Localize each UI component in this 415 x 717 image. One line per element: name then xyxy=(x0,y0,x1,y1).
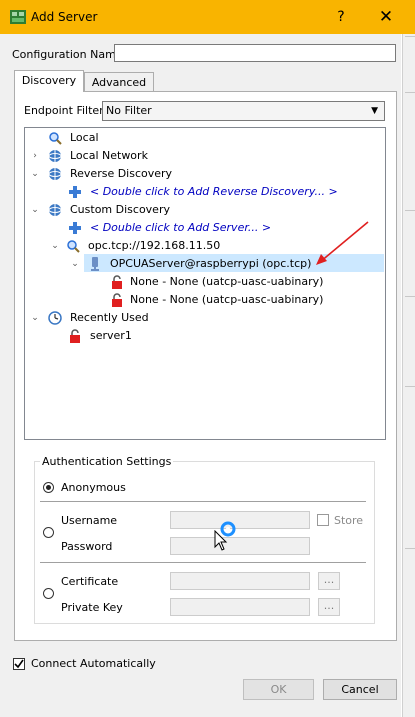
tree-label: Local xyxy=(70,131,99,144)
tree-label: None - None (uatcp-uasc-uabinary) xyxy=(130,293,324,306)
anonymous-label: Anonymous xyxy=(61,481,126,494)
divider xyxy=(40,562,366,563)
search-icon xyxy=(49,132,62,145)
clock-icon xyxy=(48,311,62,325)
tree-label: Local Network xyxy=(70,149,148,162)
lock-icon xyxy=(70,329,80,343)
browse-certificate-button[interactable]: ... xyxy=(318,572,340,590)
tree-label: OPCUAServer@raspberrypi (opc.tcp) xyxy=(110,257,312,270)
tab-discovery[interactable]: Discovery xyxy=(14,70,84,92)
chevron-down-icon[interactable]: ⌄ xyxy=(50,237,60,255)
chevron-down-icon: ▼ xyxy=(371,106,378,116)
divider xyxy=(40,501,366,502)
config-name-input[interactable] xyxy=(114,44,396,62)
chevron-down-icon[interactable]: ⌄ xyxy=(70,255,80,273)
chevron-right-icon[interactable]: › xyxy=(30,147,40,165)
cancel-button[interactable]: Cancel xyxy=(323,679,397,700)
connect-automatically-checkbox[interactable] xyxy=(13,658,25,670)
lock-icon xyxy=(112,275,122,289)
store-checkbox[interactable] xyxy=(317,514,329,526)
background-window-edge xyxy=(402,34,415,717)
tree-label: None - None (uatcp-uasc-uabinary) xyxy=(130,275,324,288)
password-field[interactable] xyxy=(170,537,310,555)
close-button[interactable]: ✕ xyxy=(375,5,397,29)
auth-settings-title: Authentication Settings xyxy=(40,455,174,468)
ok-button[interactable]: OK xyxy=(243,679,314,700)
anonymous-radio[interactable] xyxy=(43,482,54,493)
network-icon xyxy=(48,168,62,180)
config-name-label: Configuration Name xyxy=(12,48,123,61)
certificate-label: Certificate xyxy=(61,575,119,588)
network-icon xyxy=(48,204,62,216)
certificate-radio[interactable] xyxy=(43,588,54,599)
endpoint-filter-label: Endpoint Filter: xyxy=(24,104,108,117)
app-icon xyxy=(10,10,26,24)
network-icon xyxy=(48,150,62,162)
browse-private-key-button[interactable]: ... xyxy=(318,598,340,616)
endpoint-filter-value: No Filter xyxy=(106,104,152,117)
endpoint-filter-select[interactable]: No Filter ▼ xyxy=(102,101,385,121)
tree-label: < Double click to Add Reverse Discovery.… xyxy=(90,185,338,198)
tree-label: server1 xyxy=(90,329,132,342)
username-label: Username xyxy=(61,514,118,527)
tree-label: Reverse Discovery xyxy=(70,167,173,180)
plus-icon xyxy=(69,222,81,234)
window-title: Add Server xyxy=(31,10,98,24)
tree-label: < Double click to Add Server... > xyxy=(90,221,272,234)
help-button[interactable]: ? xyxy=(330,5,352,29)
private-key-field[interactable] xyxy=(170,598,310,616)
chevron-down-icon[interactable]: ⌄ xyxy=(30,309,40,327)
tree-label: Custom Discovery xyxy=(70,203,170,216)
annotation-arrow xyxy=(316,221,369,265)
password-label: Password xyxy=(61,540,113,553)
lock-icon xyxy=(112,293,122,307)
certificate-field[interactable] xyxy=(170,572,310,590)
username-field[interactable] xyxy=(170,511,310,529)
connect-automatically-label: Connect Automatically xyxy=(31,657,156,670)
tree-label: opc.tcp://192.168.11.50 xyxy=(88,239,221,252)
checkmark-icon xyxy=(14,659,24,669)
store-label: Store xyxy=(334,514,364,527)
tree-label: Recently Used xyxy=(70,311,149,324)
username-radio[interactable] xyxy=(43,527,54,538)
loading-spinner-icon xyxy=(220,521,236,537)
tab-advanced[interactable]: Advanced xyxy=(84,72,154,91)
private-key-label: Private Key xyxy=(61,601,123,614)
server-icon xyxy=(91,257,99,271)
search-icon xyxy=(67,240,80,253)
chevron-down-icon[interactable]: ⌄ xyxy=(30,165,40,183)
chevron-down-icon[interactable]: ⌄ xyxy=(30,201,40,219)
plus-icon xyxy=(69,186,81,198)
